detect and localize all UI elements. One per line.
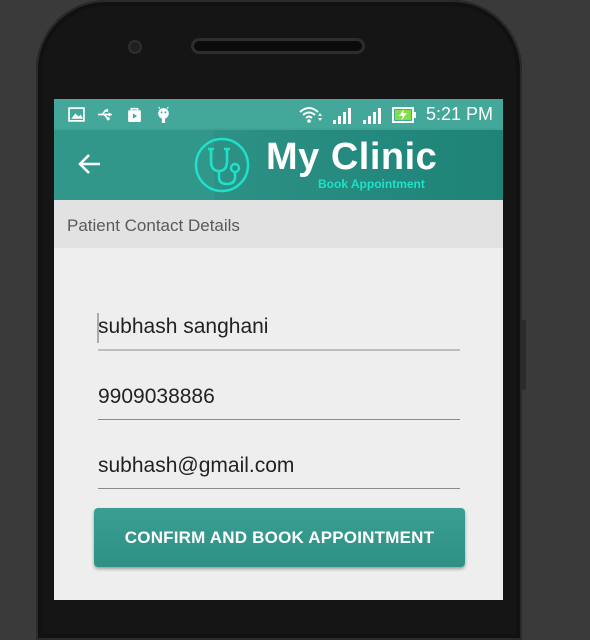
stethoscope-icon: [194, 137, 250, 193]
status-time: 5:21 PM: [425, 104, 493, 124]
front-camera: [128, 40, 142, 54]
earpiece-speaker: [191, 38, 365, 54]
signal-icon: [362, 107, 381, 124]
status-bar: 5:21 PM: [54, 99, 503, 130]
text-cursor: [97, 313, 99, 343]
phone-field[interactable]: [98, 379, 460, 420]
app-screen: 5:21 PM My Clinic Book Appointment Patie…: [54, 99, 503, 600]
arrow-back-icon: [78, 154, 100, 174]
wifi-icon: [299, 106, 322, 123]
image-icon: [68, 107, 85, 122]
name-field[interactable]: [98, 309, 460, 351]
back-button[interactable]: [76, 150, 104, 178]
app-title: My Clinic: [266, 136, 438, 178]
android-icon: [158, 106, 169, 123]
side-button: [522, 320, 526, 390]
signal-icon: [332, 107, 351, 124]
section-header: Patient Contact Details: [54, 200, 503, 248]
app-subtitle: Book Appointment: [318, 177, 425, 191]
battery-charging-icon: [391, 106, 416, 123]
usb-icon: [98, 109, 112, 121]
shopping-bag-icon: [128, 107, 141, 122]
email-field[interactable]: [98, 448, 460, 489]
confirm-book-button[interactable]: CONFIRM AND BOOK APPOINTMENT: [94, 508, 465, 567]
section-title: Patient Contact Details: [67, 216, 240, 235]
app-bar: My Clinic Book Appointment: [54, 130, 503, 200]
